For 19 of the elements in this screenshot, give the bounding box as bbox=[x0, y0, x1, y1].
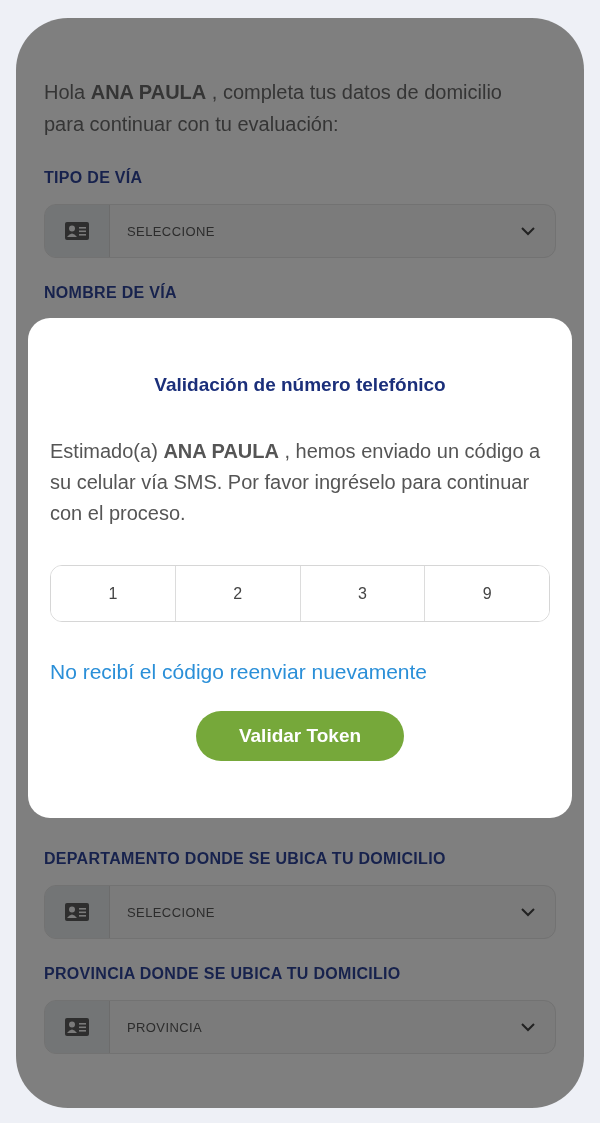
chevron-down-icon bbox=[521, 907, 535, 917]
select-field[interactable]: SELECCIONE bbox=[44, 204, 556, 258]
id-card-icon bbox=[65, 222, 89, 240]
field-label: NOMBRE DE VÍA bbox=[44, 283, 178, 303]
field-label: TIPO DE VÍA bbox=[44, 168, 144, 188]
resend-link[interactable]: No recibí el código reenviar nuevamente bbox=[50, 660, 428, 684]
id-card-icon bbox=[65, 903, 89, 921]
id-card-icon bbox=[65, 1018, 89, 1036]
validate-button[interactable]: Validar Token bbox=[196, 711, 404, 761]
chevron-down-icon bbox=[521, 1022, 535, 1032]
select-field[interactable]: PROVINCIA bbox=[44, 1000, 556, 1054]
greeting-text: Hola ANA PAULA , completa tus datos de domicilio para continuar con tu evaluación: bbox=[44, 80, 503, 137]
message-text: Estimado(a) ANA PAULA , hemos enviado un código a su celular vía SMS. Por favor ingréselo para continuar con el proceso. bbox=[50, 439, 542, 526]
modal-title: Validación de número telefónico bbox=[153, 374, 447, 396]
field-label: DEPARTAMENTO DONDE SE UBICA TU DOMICILIO bbox=[44, 849, 447, 869]
field-label: PROVINCIA DONDE SE UBICA TU DOMICILIO bbox=[44, 964, 402, 984]
select-field[interactable]: SELECCIONE bbox=[44, 885, 556, 939]
chevron-down-icon bbox=[521, 226, 535, 236]
code-digit-field[interactable]: 9 bbox=[424, 566, 549, 621]
